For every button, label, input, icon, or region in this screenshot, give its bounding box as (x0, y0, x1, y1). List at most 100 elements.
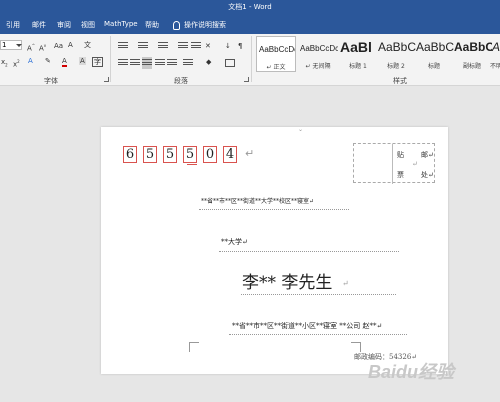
style-name: 不明 (490, 63, 500, 70)
bullets-icon[interactable] (118, 42, 128, 50)
style-subtle-emphasis[interactable]: AaBbC 不明 (490, 36, 500, 72)
style-normal[interactable]: AaBbCcDc ↵ 正文 (256, 36, 296, 72)
subscript-icon[interactable]: x2 (1, 58, 8, 69)
divider (199, 209, 349, 210)
stamp-label: 票 (397, 171, 404, 179)
multilevel-list-icon[interactable] (158, 42, 168, 50)
tab-references[interactable]: 引用 (6, 20, 20, 30)
watermark-logo: Baidu经验 (368, 358, 498, 386)
stamp-label: 处↵ (421, 171, 434, 179)
document-page[interactable]: ⌄ 6 5 5 5 0 4 ↵ 贴 邮↵ ↵ 票 处↵ **省**市**区**街… (101, 126, 448, 374)
change-case-icon[interactable]: Aa (54, 42, 63, 50)
divider (219, 251, 399, 252)
paragraph-dialog-launcher-icon[interactable] (244, 77, 249, 82)
tell-me-search[interactable]: 操作说明搜索 (173, 20, 226, 30)
stamp-box: 贴 邮↵ ↵ 票 处↵ (392, 144, 436, 184)
recipient-org: **大学↵ (221, 238, 248, 246)
grow-font-icon[interactable]: A^ (27, 42, 35, 52)
watermark-text: Baidu经验 (368, 362, 455, 382)
recipient-name: 李** 李先生 (242, 273, 333, 293)
zip-digit: 5 (143, 146, 157, 163)
font-dialog-launcher-icon[interactable] (104, 77, 109, 82)
style-title[interactable]: AaBbC 标题 (414, 36, 454, 72)
font-color-icon[interactable]: A (62, 57, 67, 67)
recipient-address: **省**市**区**街道**大学**校区**寝室↵ (201, 198, 315, 205)
style-name: 副标题 (462, 63, 481, 70)
style-name: 标题 (427, 63, 440, 70)
divider (251, 36, 252, 82)
tab-mailings[interactable]: 邮件 (32, 20, 46, 30)
decrease-indent-icon[interactable] (178, 42, 188, 50)
style-heading-1[interactable]: AaBl 标题 1 (338, 36, 378, 72)
borders-icon[interactable] (225, 59, 235, 67)
ribbon-tabs: 引用 邮件 审阅 视图 MathType 帮助 操作说明搜索 (0, 14, 500, 34)
ribbon: 1 A^ Av Aa A 文 x2 x2 A ✎ A A 字 字体 ✕ ↓ ¶ … (0, 34, 500, 86)
style-sample: AaBbC (492, 40, 500, 54)
style-sample: AaBbCcDc (300, 44, 338, 53)
style-sample: AaBbC (454, 40, 492, 54)
stamp-label: 贴 (397, 151, 404, 159)
zip-digit: 4 (223, 146, 237, 163)
style-name: 标题 1 (349, 63, 367, 70)
zip-digit: 5 (183, 146, 197, 163)
style-heading-2[interactable]: AaBbC 标题 2 (376, 36, 416, 72)
phonetic-guide-icon[interactable]: 文 (84, 41, 91, 49)
style-subtitle[interactable]: AaBbC 副标题 (452, 36, 492, 72)
superscript-icon[interactable]: x2 (13, 58, 20, 68)
char-border-icon[interactable]: 字 (92, 57, 103, 67)
tab-help[interactable]: 帮助 (145, 20, 159, 30)
divider (229, 334, 407, 335)
tell-me-label: 操作说明搜索 (184, 21, 226, 29)
tab-mathtype[interactable]: MathType (104, 20, 138, 28)
font-size-value: 1 (2, 41, 7, 49)
chinese-layout-icon[interactable]: ✕ (205, 42, 211, 50)
zip-digit: 0 (203, 146, 217, 163)
sort-icon[interactable]: ↓ (225, 42, 231, 50)
tab-review[interactable]: 审阅 (57, 20, 71, 30)
style-name: 标题 2 (387, 63, 405, 70)
lightbulb-icon (173, 20, 180, 30)
align-left-icon[interactable] (118, 59, 128, 67)
style-name: ↵ 无间隔 (305, 63, 331, 70)
highlight-icon[interactable]: ✎ (45, 57, 51, 65)
char-shading-icon[interactable]: A (79, 57, 86, 65)
shading-icon[interactable]: ◆ (206, 58, 211, 66)
style-sample: AaBbC (416, 40, 454, 54)
style-sample: AaBl (340, 39, 372, 55)
styles-gallery: AaBbCcDc ↵ 正文 AaBbCcDc ↵ 无间隔 AaBl 标题 1 A… (256, 36, 500, 74)
style-no-spacing[interactable]: AaBbCcDc ↵ 无间隔 (298, 36, 338, 72)
zip-digit: 5 (163, 146, 177, 163)
numbering-icon[interactable] (138, 42, 148, 50)
divider (241, 294, 396, 295)
shrink-font-icon[interactable]: Av (39, 42, 46, 52)
line-spacing-icon[interactable] (183, 59, 193, 67)
stamp-label: ↵ (412, 160, 418, 168)
stamp-area: 贴 邮↵ ↵ 票 处↵ (353, 143, 436, 184)
paragraph-mark: ↵ (245, 147, 255, 160)
text-effects-icon[interactable]: A (28, 57, 33, 65)
paragraph-group-label: 段落 (174, 77, 188, 85)
tab-view[interactable]: 视图 (81, 20, 95, 30)
zip-digit: 6 (123, 146, 137, 163)
sender-address: **省**市**区**街道**小区**寝室 **公司 赵**↵ (232, 322, 383, 330)
align-center-icon[interactable] (130, 59, 140, 67)
align-right-icon[interactable] (155, 59, 165, 67)
window-title: 文档1 - Word (228, 3, 272, 11)
paragraph-mark: ↵ (342, 279, 349, 288)
corner-mark (189, 342, 199, 352)
chevron-down-icon[interactable] (16, 44, 22, 47)
styles-group-label: 样式 (393, 77, 407, 85)
corner-mark (351, 342, 361, 352)
divider (110, 36, 111, 82)
increase-indent-icon[interactable] (191, 42, 201, 50)
clear-format-icon[interactable]: A (68, 41, 73, 49)
show-marks-icon[interactable]: ¶ (238, 42, 242, 50)
font-group-label: 字体 (44, 77, 58, 85)
style-name: ↵ 正文 (266, 64, 286, 71)
divider (187, 164, 197, 165)
align-justify-icon[interactable] (142, 57, 152, 69)
anchor-mark: ⌄ (298, 126, 304, 133)
distributed-icon[interactable] (167, 59, 177, 67)
style-sample: AaBbCcDc (259, 45, 296, 54)
title-bar: 文档1 - Word (0, 0, 500, 14)
